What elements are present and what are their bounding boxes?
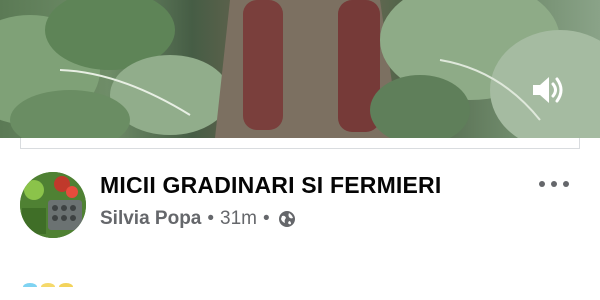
divider bbox=[20, 148, 580, 149]
video-frame bbox=[0, 0, 600, 138]
post-meta: Silvia Popa • 31m • bbox=[100, 208, 296, 230]
group-name[interactable]: MICII GRADINARI SI FERMIERI bbox=[100, 172, 441, 199]
volume-icon[interactable] bbox=[527, 70, 567, 110]
video-player[interactable] bbox=[0, 0, 600, 138]
reaction-icons bbox=[23, 283, 73, 287]
separator: • bbox=[263, 208, 270, 229]
author-name[interactable]: Silvia Popa bbox=[100, 208, 201, 230]
separator: • bbox=[207, 208, 215, 229]
post-time[interactable]: 31m bbox=[220, 208, 257, 230]
more-options-icon[interactable] bbox=[539, 176, 569, 192]
globe-icon bbox=[278, 210, 296, 228]
group-avatar[interactable] bbox=[20, 172, 86, 238]
